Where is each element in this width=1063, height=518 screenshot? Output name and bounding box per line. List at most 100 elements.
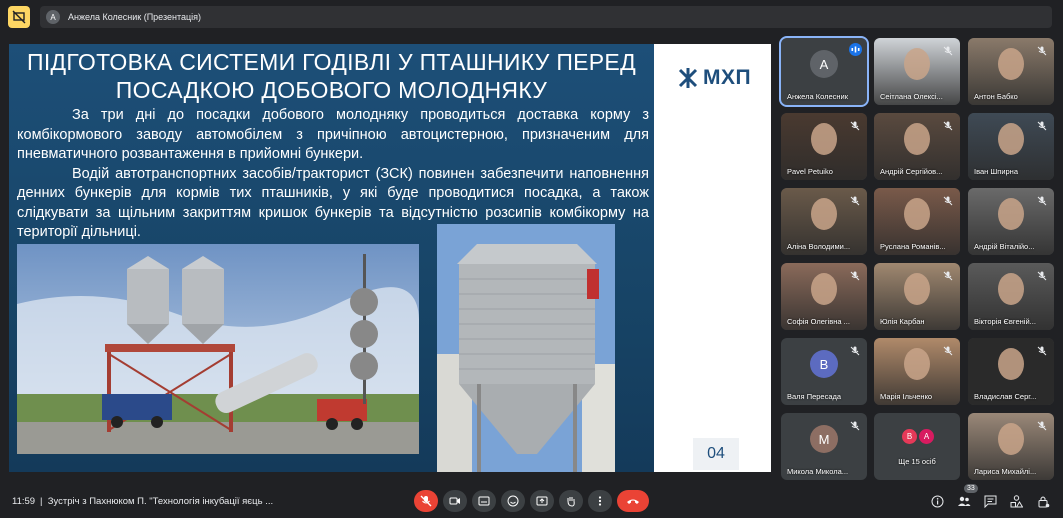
muted-mic-icon [1036, 119, 1048, 131]
slide-content-panel: ПІДГОТОВКА СИСТЕМИ ГОДІВЛІ У ПТАШНИКУ ПЕ… [9, 44, 654, 472]
microphone-off-button[interactable] [414, 490, 438, 512]
participant-face [998, 348, 1024, 380]
mhp-logo: МХП [677, 66, 751, 90]
meeting-title: | Зустріч з Пахнюком П. "Технологія інку… [40, 496, 274, 507]
more-people-avatar: А [919, 429, 934, 444]
meeting-title-text: Зустріч з Пахнюком П. "Технологія інкуба… [47, 496, 274, 507]
participant-face [904, 123, 930, 155]
participant-tile[interactable]: Сеітлана Олексі... [874, 38, 960, 105]
slide-title-line-2: ПОСАДКОЮ ДОБОВОГО МОЛОДНЯКУ [115, 77, 548, 103]
participant-tile[interactable]: Андрій Віталійо... [968, 188, 1054, 255]
activities-button[interactable] [1007, 492, 1025, 510]
slide-title: ПІДГОТОВКА СИСТЕМИ ГОДІВЛІ У ПТАШНИКУ ПЕ… [9, 48, 654, 104]
participant-face [904, 48, 930, 80]
participant-face [998, 273, 1024, 305]
participant-face [904, 273, 930, 305]
captions-button[interactable] [472, 490, 496, 512]
participant-name: Іван Шпирна [974, 167, 1018, 176]
muted-mic-icon [942, 269, 954, 281]
muted-mic-icon [849, 119, 861, 131]
info-icon [931, 495, 943, 507]
presenter-avatar: А [46, 10, 60, 24]
participant-tile[interactable]: Вікторія Євгеній... [968, 263, 1054, 330]
leave-call-button[interactable] [617, 490, 649, 512]
participant-name: Владислав Серг... [974, 392, 1037, 401]
participant-tile[interactable]: В Валя Пересада [781, 338, 867, 405]
participant-tile[interactable]: В А Ще 15 осіб [874, 413, 960, 480]
more-options-button[interactable] [588, 490, 612, 512]
participant-face [998, 198, 1024, 230]
participant-name: Антон Бабко [974, 92, 1018, 101]
participant-tile[interactable]: Марія Ільченко [874, 338, 960, 405]
slide-page-number: 04 [693, 438, 739, 470]
participant-face [998, 423, 1024, 455]
participant-face [811, 198, 837, 230]
emoji-icon [507, 495, 519, 507]
participant-name: Андрій Сергійов... [880, 167, 943, 176]
participant-tile[interactable]: Андрій Сергійов... [874, 113, 960, 180]
participant-face [904, 198, 930, 230]
participant-name: Андрій Віталійо... [974, 242, 1035, 251]
participant-tile[interactable]: Софія Олегівна ... [781, 263, 867, 330]
feed-silos-photo [17, 244, 419, 454]
people-button[interactable] [955, 492, 973, 510]
muted-mic-icon [849, 419, 861, 431]
participant-name: Сеітлана Олексі... [880, 92, 943, 101]
speaking-indicator-icon [849, 43, 862, 56]
participant-tile[interactable]: М Микола Микола... [781, 413, 867, 480]
participant-name: Аліна Володими... [787, 242, 851, 251]
participant-name: Валя Пересада [787, 392, 842, 401]
microphone-off-icon [420, 495, 432, 507]
participant-face [904, 348, 930, 380]
participant-name: Вікторія Євгеній... [974, 317, 1036, 326]
hang-up-icon [627, 499, 639, 504]
mhp-logo-text: МХП [703, 66, 752, 89]
participant-name: Pavel Petuiko [787, 167, 833, 176]
participant-name: Микола Микола... [787, 467, 849, 476]
present-screen-icon [536, 496, 548, 506]
participant-tile[interactable]: Лариса Михайлі... [968, 413, 1054, 480]
more-vertical-icon [598, 496, 602, 506]
participant-name: Лариса Михайлі... [974, 467, 1037, 476]
lock-person-icon [1038, 496, 1049, 507]
raise-hand-button[interactable] [559, 490, 583, 512]
participant-tile[interactable]: Юлія Карбан [874, 263, 960, 330]
participant-tile[interactable]: Іван Шпирна [968, 113, 1054, 180]
slide-paragraph-1: За три дні до посадки добового молодняку… [17, 107, 649, 162]
meeting-info-button[interactable] [928, 492, 946, 510]
presenter-banner: А Анжела Колесник (Презентація) [40, 6, 1052, 28]
top-bar: А Анжела Колесник (Презентація) [0, 0, 1063, 34]
participant-tile[interactable]: Руслана Романів... [874, 188, 960, 255]
participant-tile[interactable]: Аліна Володими... [781, 188, 867, 255]
participant-name: Юлія Карбан [880, 317, 925, 326]
participant-tile[interactable]: Pavel Petuiko [781, 113, 867, 180]
camera-icon [449, 497, 460, 505]
muted-mic-icon [1036, 194, 1048, 206]
participant-name: Ще 15 осіб [898, 457, 936, 466]
muted-mic-icon [1036, 344, 1048, 356]
more-people-avatar: В [902, 429, 917, 444]
participant-tile[interactable]: Антон Бабко [968, 38, 1054, 105]
participant-name: Софія Олегівна ... [787, 317, 850, 326]
muted-mic-icon [849, 344, 861, 356]
participant-name: Анжела Колесник [787, 92, 848, 101]
participant-face [998, 123, 1024, 155]
muted-mic-icon [849, 194, 861, 206]
participant-tile[interactable]: Владислав Серг... [968, 338, 1054, 405]
reactions-button[interactable] [501, 490, 525, 512]
present-screen-button[interactable] [530, 490, 554, 512]
participant-name: Марія Ільченко [880, 392, 933, 401]
camera-button[interactable] [443, 490, 467, 512]
participant-avatar: М [810, 425, 838, 453]
host-controls-button[interactable] [1034, 492, 1052, 510]
muted-mic-icon [849, 269, 861, 281]
participant-tile[interactable]: А Анжела Колесник [779, 36, 869, 107]
participant-face [998, 48, 1024, 80]
presenter-label: Анжела Колесник (Презентація) [68, 12, 202, 22]
presentation-off-icon[interactable] [8, 6, 30, 28]
muted-mic-icon [942, 194, 954, 206]
participant-face [811, 123, 837, 155]
chat-button[interactable] [981, 492, 999, 510]
slide-body: За три дні до посадки добового молодняку… [17, 106, 649, 243]
more-people-avatars: ВА [902, 429, 934, 444]
